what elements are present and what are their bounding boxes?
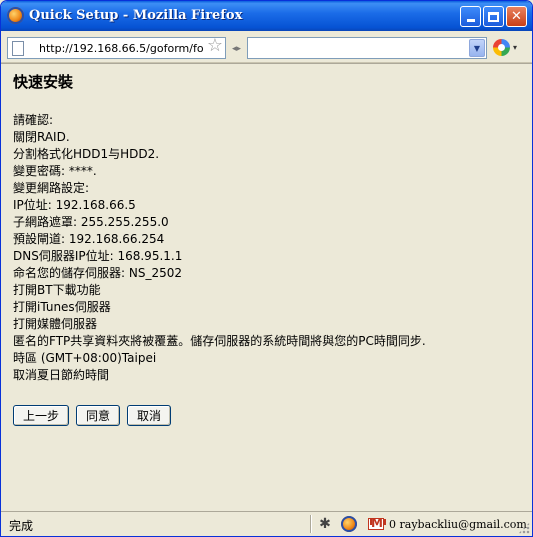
list-item: 分割格式化HDD1与HDD2. [13, 147, 160, 161]
list-item: 打開媒體伺服器 [13, 317, 98, 331]
list-item: 打開iTunes伺服器 [13, 300, 111, 314]
firefox-icon [7, 7, 24, 24]
back-button[interactable]: 上一步 [13, 405, 70, 426]
firefox-status-icon[interactable] [341, 516, 357, 532]
browser-window: Quick Setup - Mozilla Firefox ✕ http://1… [0, 0, 533, 537]
status-divider [310, 515, 311, 533]
engine-dropdown-icon[interactable]: ▾ [513, 43, 517, 52]
search-dropdown-icon[interactable]: ▼ [469, 39, 485, 57]
navigation-toolbar: http://192.168.66.5/goform/formQ ☆ ◂▸ ▼ … [1, 31, 532, 63]
google-search-engine-icon[interactable] [493, 39, 510, 56]
minimize-icon [466, 19, 475, 22]
page-content: 快速安裝 請確認: 關閉RAID. 分割格式化HDD1与HDD2. 變更密碼: … [1, 63, 532, 511]
gmail-icon[interactable] [368, 516, 384, 530]
toolbar-splitter-icon[interactable]: ◂▸ [232, 43, 241, 55]
list-item: 匿名的FTP共享資料夾將被覆蓋。儲存伺服器的系統時間將與您的PC時間同步. [13, 334, 426, 348]
url-bar[interactable]: http://192.168.66.5/goform/formQ ☆ [7, 37, 226, 59]
list-item: 子網路遮罩: 255.255.255.0 [13, 215, 169, 229]
action-buttons: 上一步 同意 取消 [13, 405, 172, 426]
title-bar[interactable]: Quick Setup - Mozilla Firefox ✕ [1, 1, 532, 31]
list-item: 變更網路設定: [13, 181, 90, 195]
list-item: 命名您的儲存伺服器: NS_2502 [13, 266, 182, 280]
list-item: DNS伺服器IP位址: 168.95.1.1 [13, 249, 183, 263]
gmail-account: raybackliu@gmail.com [399, 518, 527, 531]
list-item: 取消夏日節約時間 [13, 368, 110, 382]
list-item: 打開BT下載功能 [13, 283, 101, 297]
status-bar: 完成 ✱ 0 raybackliu@gmail.com [1, 511, 532, 536]
list-item: 預設閘道: 192.168.66.254 [13, 232, 165, 246]
close-button[interactable]: ✕ [506, 6, 527, 27]
bookmark-star-icon[interactable]: ☆ [207, 37, 223, 55]
list-item: 關閉RAID. [13, 130, 70, 144]
gmail-notifier[interactable]: 0 raybackliu@gmail.com [389, 518, 527, 531]
minimize-button[interactable] [460, 6, 481, 27]
gmail-count: 0 [389, 518, 396, 531]
confirm-heading: 請確認: [13, 113, 54, 127]
list-item: 時區 (GMT+08:00)Taipei [13, 351, 157, 365]
url-text[interactable]: http://192.168.66.5/goform/formQ [39, 42, 204, 55]
maximize-button[interactable] [483, 6, 504, 27]
list-item: IP位址: 192.168.66.5 [13, 198, 136, 212]
search-bar[interactable]: ▼ [247, 37, 487, 59]
confirmation-list: 請確認: 關閉RAID. 分割格式化HDD1与HDD2. 變更密碼: ****.… [13, 112, 523, 384]
agree-button[interactable]: 同意 [76, 405, 121, 426]
cancel-button[interactable]: 取消 [127, 405, 172, 426]
page-title: 快速安裝 [13, 73, 74, 91]
page-icon [12, 41, 24, 56]
maximize-icon [488, 11, 499, 22]
bug-icon[interactable]: ✱ [317, 516, 333, 532]
list-item: 變更密碼: ****. [13, 164, 97, 178]
window-title: Quick Setup - Mozilla Firefox [29, 8, 243, 23]
status-text: 完成 [9, 519, 34, 533]
